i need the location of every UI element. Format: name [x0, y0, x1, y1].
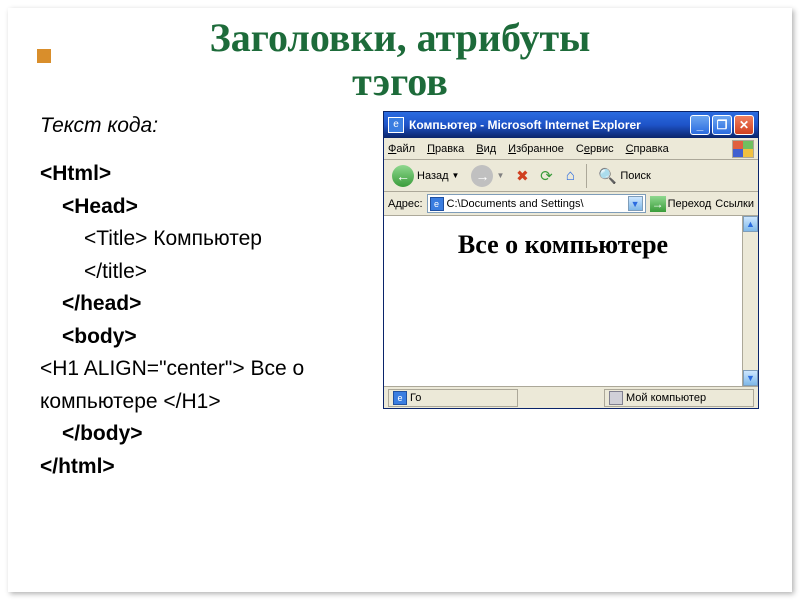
search-button[interactable]: 🔍 Поиск [593, 164, 654, 188]
statusbar: e Го Мой компьютер [384, 386, 758, 408]
status-text: Го [410, 392, 421, 404]
tag-h1-open: <H1 ALIGN="center"> [40, 357, 245, 380]
code-l5: <body> [40, 321, 380, 354]
go-label: Переход [668, 198, 712, 210]
scroll-down-button[interactable]: ▼ [743, 370, 758, 386]
titlebar[interactable]: e Компьютер - Microsoft Internet Explore… [384, 112, 758, 138]
menubar: Файл Правка Вид Избранное Сервис Справка [384, 138, 758, 160]
forward-arrow-icon: → [471, 165, 493, 187]
code-l4: </head> [40, 288, 380, 321]
menu-tools[interactable]: Сервис [576, 143, 614, 155]
windows-logo-icon [732, 140, 754, 158]
links-label[interactable]: Ссылки [715, 198, 754, 210]
forward-button[interactable]: → ▼ [467, 163, 508, 189]
toolbar-separator [586, 164, 587, 188]
page-icon: e [430, 197, 444, 211]
toolbar: ← Назад ▼ → ▼ ✖ ⟳ ⌂ 🔍 Поиск [384, 160, 758, 192]
menu-file[interactable]: Файл [388, 143, 415, 155]
code-l3: <Title> Компьютер </title> [40, 223, 380, 288]
minimize-button[interactable]: _ [690, 115, 710, 135]
go-arrow-icon: → [650, 196, 666, 212]
address-path: C:\Documents and Settings\ [447, 198, 625, 210]
window-title: Компьютер - Microsoft Internet Explorer [409, 118, 688, 132]
go-button[interactable]: → Переход [650, 196, 712, 212]
back-button[interactable]: ← Назад ▼ [388, 163, 463, 189]
back-arrow-icon: ← [392, 165, 414, 187]
menu-help[interactable]: Справка [626, 143, 669, 155]
search-icon: 🔍 [597, 166, 617, 186]
scroll-up-button[interactable]: ▲ [743, 216, 758, 232]
menu-favorites[interactable]: Избранное [508, 143, 564, 155]
close-button[interactable]: ✕ [734, 115, 754, 135]
ie-status-icon: e [393, 391, 407, 405]
bullet-decor [37, 49, 51, 63]
vertical-scrollbar[interactable]: ▲ ▼ [742, 216, 758, 386]
text-title: Компьютер [147, 227, 262, 250]
code-l7: </body> [40, 418, 380, 451]
addressbar: Адрес: e C:\Documents and Settings\ ▼ → … [384, 192, 758, 216]
refresh-button[interactable]: ⟳ [536, 166, 556, 186]
page-content: Все о компьютере ▲ ▼ [384, 216, 758, 386]
tag-h1-close: </H1> [163, 390, 220, 413]
dropdown-icon: ▼ [496, 171, 504, 180]
ie-app-icon: e [388, 117, 404, 133]
address-input[interactable]: e C:\Documents and Settings\ ▼ [427, 194, 646, 213]
address-label: Адрес: [388, 198, 423, 210]
maximize-button[interactable]: ❐ [712, 115, 732, 135]
stop-button[interactable]: ✖ [512, 166, 532, 186]
code-l8: </html> [40, 451, 380, 484]
back-label: Назад [417, 170, 449, 182]
code-l1: <Html> [40, 158, 380, 191]
dropdown-icon: ▼ [452, 171, 460, 180]
search-label: Поиск [620, 170, 650, 182]
status-left: e Го [388, 389, 518, 407]
zone-label: Мой компьютер [626, 392, 706, 404]
status-zone: Мой компьютер [604, 389, 754, 407]
tag-title-open: <Title> [84, 227, 147, 250]
menu-view[interactable]: Вид [476, 143, 496, 155]
code-l2: <Head> [40, 191, 380, 224]
page-h1: Все о компьютере [394, 230, 732, 260]
code-column: Текст кода: <Html> <Head> <Title> Компью… [40, 114, 380, 483]
tag-title-close: </title> [84, 260, 147, 283]
home-button[interactable]: ⌂ [560, 166, 580, 186]
my-computer-icon [609, 391, 623, 405]
code-l6: <H1 ALIGN="center"> Все о компьютере </H… [40, 353, 380, 418]
address-dropdown-icon[interactable]: ▼ [628, 196, 643, 211]
code-label: Текст кода: [40, 114, 380, 138]
ie-window: e Компьютер - Microsoft Internet Explore… [383, 111, 759, 409]
menu-edit[interactable]: Правка [427, 143, 464, 155]
